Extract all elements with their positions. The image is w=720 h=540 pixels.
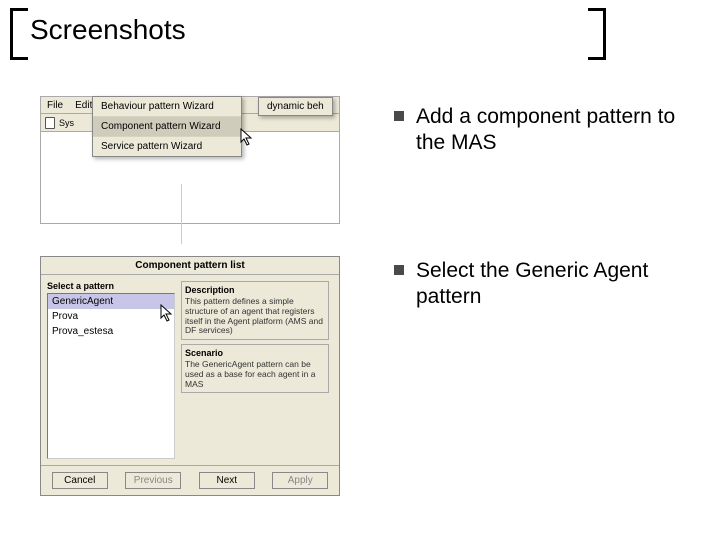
details-column: Description This pattern defines a simpl…	[181, 281, 329, 459]
dialog-body: Select a pattern GenericAgent Prova Prov…	[41, 275, 339, 465]
title-bracket-left	[10, 8, 28, 60]
dialog-buttons: Cancel Previous Next Apply	[41, 465, 339, 495]
list-item[interactable]: Prova_estesa	[48, 324, 174, 339]
component-pattern-dialog: Component pattern list Select a pattern …	[40, 256, 340, 496]
scenario-box: Scenario The GenericAgent pattern can be…	[181, 344, 329, 393]
bullet-icon	[394, 111, 404, 121]
bullet-text: Add a component pattern to the MAS	[416, 104, 694, 157]
next-button[interactable]: Next	[199, 472, 255, 489]
submenu-component-wizard[interactable]: Component pattern Wizard	[93, 117, 241, 137]
cancel-button[interactable]: Cancel	[52, 472, 108, 489]
submenu-behaviour-wizard[interactable]: Behaviour pattern Wizard	[93, 97, 241, 117]
title-bracket-right	[588, 8, 606, 60]
apply-button[interactable]: Apply	[272, 472, 328, 489]
dialog-title: Component pattern list	[41, 257, 339, 275]
description-box: Description This pattern defines a simpl…	[181, 281, 329, 340]
scenario-text: The GenericAgent pattern can be used as …	[185, 360, 325, 389]
pattern-submenu: Behaviour pattern Wizard Component patte…	[92, 96, 242, 157]
bullet-icon	[394, 265, 404, 275]
list-item[interactable]: GenericAgent	[48, 294, 174, 309]
screenshot-2: Component pattern list Select a pattern …	[40, 256, 340, 498]
toolbar-label: Sys	[59, 118, 74, 128]
scenario-heading: Scenario	[185, 348, 325, 358]
description-heading: Description	[185, 285, 325, 295]
list-item[interactable]: Prova	[48, 309, 174, 324]
submenu-service-wizard[interactable]: Service pattern Wizard	[93, 137, 241, 156]
slide-title: Screenshots	[30, 14, 186, 46]
pattern-list-panel: Select a pattern GenericAgent Prova Prov…	[47, 281, 175, 459]
bullet-text: Select the Generic Agent pattern	[416, 258, 694, 311]
previous-button[interactable]: Previous	[125, 472, 181, 489]
menu-file[interactable]: File	[41, 98, 69, 113]
pattern-list-label: Select a pattern	[47, 281, 175, 291]
bullet-2: Select the Generic Agent pattern	[394, 258, 694, 311]
screenshot-1: File Edit Pattern Manage repository Sys …	[40, 96, 340, 226]
bullet-1: Add a component pattern to the MAS	[394, 104, 694, 157]
document-icon	[45, 117, 55, 129]
description-text: This pattern defines a simple structure …	[185, 297, 325, 336]
divider	[181, 184, 182, 244]
pattern-list[interactable]: GenericAgent Prova Prova_estesa	[47, 293, 175, 459]
flyout-menu-item[interactable]: dynamic beh	[258, 97, 333, 116]
